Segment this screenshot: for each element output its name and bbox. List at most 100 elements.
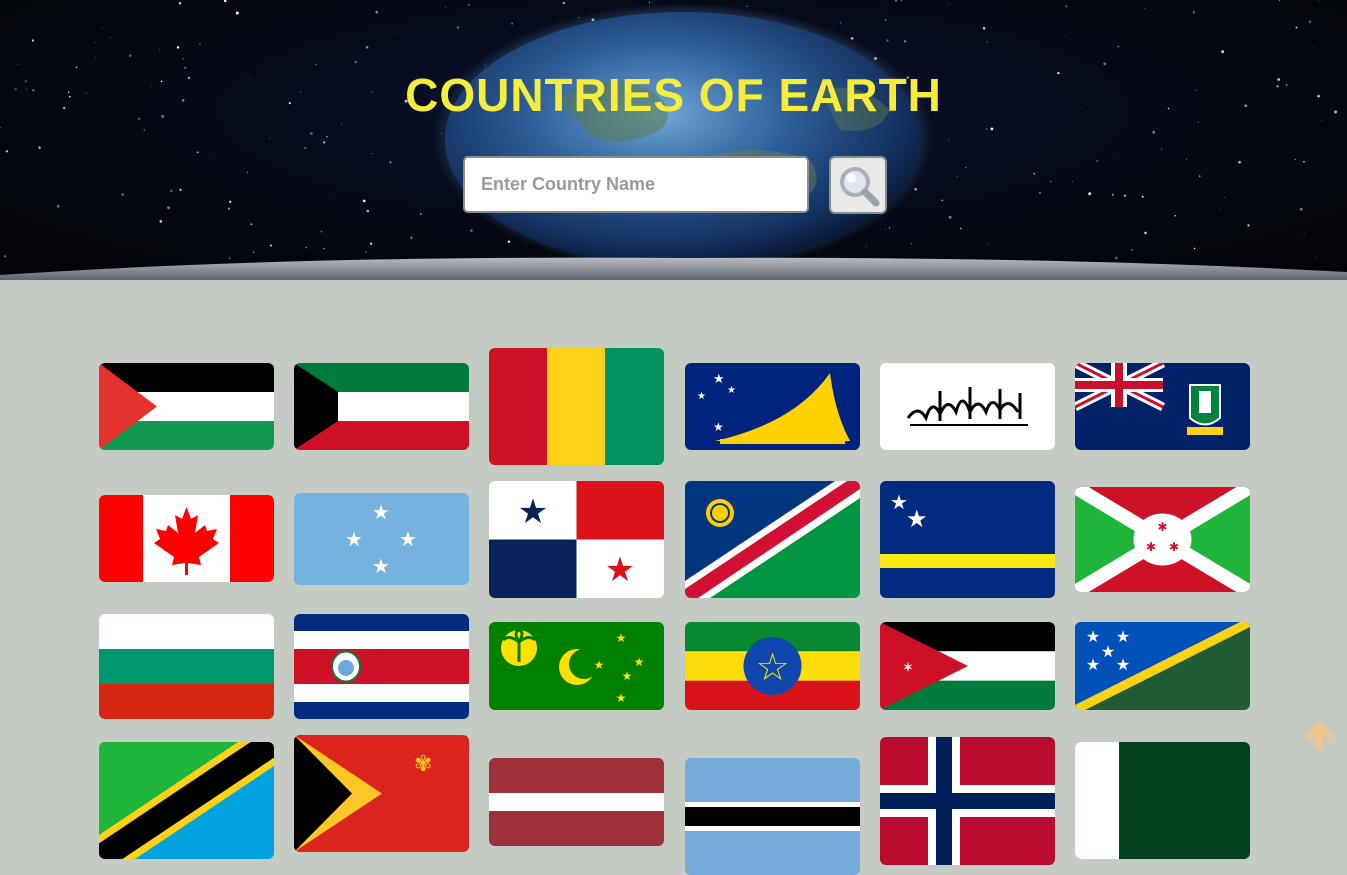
burundi-flag-icon: ✱✱ ✱ — [1075, 487, 1250, 592]
star — [1303, 160, 1305, 163]
flag-card-tanzania[interactable] — [99, 742, 274, 859]
svg-text:★: ★ — [345, 527, 363, 551]
tokelau-flag-icon: ★ ★ ★ ★ — [685, 363, 860, 450]
flag-card-kuwait[interactable] — [294, 363, 469, 450]
flag-card-ethiopia[interactable]: ☆ — [685, 622, 860, 710]
star — [309, 132, 313, 135]
star — [250, 223, 253, 226]
svg-text:★: ★ — [622, 669, 633, 683]
svg-text:★: ★ — [616, 631, 627, 645]
star — [1144, 231, 1147, 235]
timor-leste-flag-icon: ✾ — [294, 735, 469, 852]
tanzania-flag-icon — [99, 742, 274, 859]
star — [358, 250, 360, 251]
star — [333, 126, 335, 127]
star — [1292, 134, 1293, 136]
star — [982, 27, 986, 30]
flag-card-british-virgin-islands[interactable] — [1075, 363, 1250, 450]
star — [223, 0, 227, 3]
star — [895, 0, 897, 2]
flag-card-costa-rica[interactable] — [294, 614, 469, 719]
flag-card-namibia[interactable] — [685, 481, 860, 598]
british-virgin-islands-flag-icon — [1075, 363, 1250, 450]
bulgaria-flag-icon — [99, 614, 274, 719]
flag-card-cura-ao[interactable]: ★ ★ — [880, 481, 1055, 598]
star — [1204, 148, 1205, 150]
flag-card-burundi[interactable]: ✱ ✱ ✱ — [1075, 487, 1250, 592]
svg-text:★: ★ — [399, 527, 417, 551]
flag-card-canada[interactable] — [99, 495, 274, 582]
star — [1033, 172, 1036, 175]
arrow-up-icon — [1305, 721, 1333, 749]
canada-flag-icon — [99, 495, 274, 582]
svg-text:★: ★ — [616, 691, 627, 705]
star — [143, 129, 146, 131]
star — [1123, 194, 1127, 197]
flag-card-pakistan[interactable] — [1075, 742, 1250, 859]
svg-text:★: ★ — [727, 385, 736, 396]
page-title: COUNTRIES OF EARTH — [405, 69, 942, 121]
star — [1279, 197, 1281, 199]
svg-text:✱: ✱ — [1146, 540, 1156, 554]
star — [1303, 233, 1305, 235]
svg-text:★: ★ — [1101, 642, 1115, 661]
star — [366, 209, 370, 213]
afghanistan-flag-icon — [880, 363, 1055, 450]
star — [990, 127, 994, 131]
star — [885, 228, 887, 230]
flag-card-botswana[interactable] — [685, 758, 860, 875]
star — [199, 43, 201, 45]
star — [371, 152, 373, 154]
star — [1186, 33, 1187, 35]
star — [988, 243, 989, 245]
scroll-to-top-button[interactable] — [1302, 718, 1336, 752]
search-input[interactable] — [463, 156, 809, 213]
flag-card-jordan[interactable]: ✶ — [880, 622, 1055, 710]
flag-card-timor-leste[interactable]: ✾ — [294, 735, 469, 852]
palestine-flag-icon — [99, 363, 274, 450]
star — [269, 244, 272, 247]
star — [1065, 5, 1068, 8]
star — [1152, 131, 1155, 134]
star — [179, 188, 182, 191]
star — [468, 4, 470, 6]
flag-card-palestine[interactable] — [99, 363, 274, 450]
svg-text:★: ★ — [1116, 627, 1130, 646]
star — [965, 166, 967, 169]
flag-card-latvia[interactable] — [489, 758, 664, 846]
flag-card-norway[interactable] — [880, 737, 1055, 865]
star — [1192, 11, 1195, 14]
star — [176, 46, 180, 49]
star — [0, 126, 2, 129]
star — [1131, 249, 1133, 251]
svg-text:★: ★ — [697, 391, 706, 402]
star — [159, 49, 161, 51]
svg-text:✾: ✾ — [414, 752, 432, 777]
star — [948, 215, 952, 219]
flag-card-guinea[interactable] — [489, 348, 664, 465]
flag-card-solomon-islands[interactable]: ★ ★ ★ ★ ★ — [1075, 622, 1250, 710]
star — [911, 242, 913, 245]
flag-card-afghanistan[interactable] — [880, 363, 1055, 450]
star — [1315, 257, 1317, 259]
star — [121, 193, 124, 196]
star — [38, 146, 41, 149]
flag-card-panama[interactable]: ★ ★ — [489, 481, 664, 598]
star — [332, 197, 334, 199]
star — [1103, 62, 1107, 66]
flag-card-micronesia[interactable]: ★ ★ ★ ★ — [294, 493, 469, 585]
star — [1144, 7, 1145, 9]
star — [866, 245, 868, 247]
flag-card-cocos-keeling-islands[interactable]: ★ ★ ★ ★ ★ — [489, 622, 664, 710]
flag-card-tokelau[interactable]: ★ ★ ★ ★ — [685, 363, 860, 450]
star — [323, 248, 325, 250]
search-button[interactable] — [829, 156, 887, 214]
star — [95, 57, 97, 59]
star — [1088, 192, 1092, 196]
flag-card-bulgaria[interactable] — [99, 614, 274, 719]
star — [31, 39, 35, 42]
star — [1312, 46, 1314, 48]
star — [1141, 195, 1144, 198]
star — [839, 21, 842, 24]
star — [325, 135, 328, 138]
